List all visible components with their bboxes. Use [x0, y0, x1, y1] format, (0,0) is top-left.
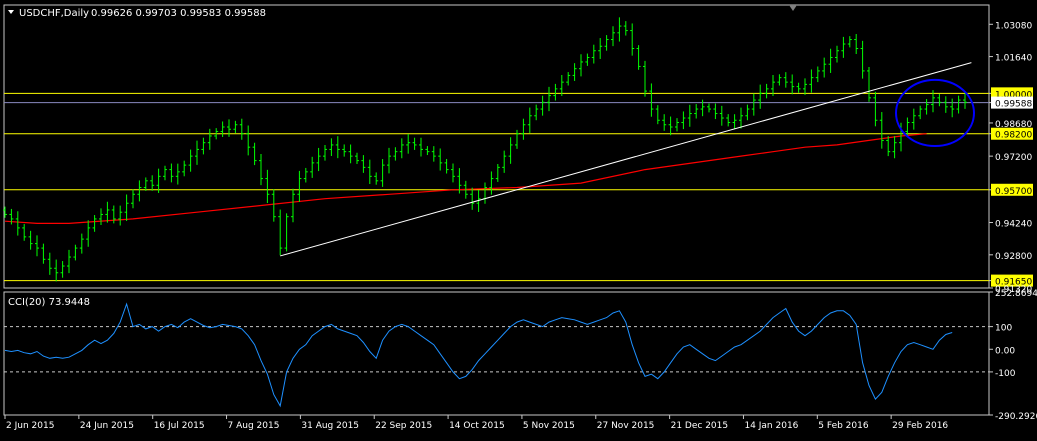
y-tick-label: 1.01640 [995, 54, 1032, 64]
x-tick-label: 24 Jun 2015 [80, 421, 134, 431]
cci-tick-label: 252.8694 [995, 289, 1037, 299]
x-tick-label: 16 Jul 2015 [154, 421, 205, 431]
y-tick-label: 0.94240 [995, 220, 1032, 230]
x-tick-label: 14 Oct 2015 [449, 421, 505, 431]
chart-window: 1.03080 1.01640 1.00000 0.99588 0.98680 0.982… [0, 0, 1037, 437]
y-tick-label: 0.98200 [995, 131, 1032, 141]
chart-canvas: 1.030801.016401.000000.995880.986800.982… [3, 4, 1037, 431]
cci-title: CCI(20) 73.9448 [8, 297, 90, 308]
x-tick-label: 5 Nov 2015 [523, 421, 575, 431]
main-pane-frame [3, 4, 990, 289]
x-tick-label: 2 Jun 2015 [6, 421, 54, 431]
chart-title: USDCHF,Daily [19, 8, 89, 19]
ohlc-label: 0.99626 0.99703 0.99583 0.99588 [91, 8, 266, 19]
y-tick-label: 0.92800 [995, 252, 1032, 262]
cci-line [4, 302, 953, 408]
y-tick-label: 0.97200 [995, 153, 1032, 163]
x-tick-label: 5 Feb 2016 [818, 421, 869, 431]
scroll-marker-icon[interactable] [789, 5, 797, 11]
x-tick-label: 21 Dec 2015 [671, 421, 729, 431]
cci-tick-label: 0.00 [995, 346, 1015, 356]
trendline[interactable] [280, 62, 972, 257]
y-tick-label: 0.99588 [995, 100, 1032, 110]
y-tick-label: 1.03080 [995, 21, 1032, 31]
y-tick-label: 0.95700 [995, 187, 1032, 197]
x-tick-label: 27 Nov 2015 [597, 421, 655, 431]
x-tick-label: 22 Sep 2015 [375, 421, 432, 431]
x-tick-label: 14 Jan 2016 [744, 421, 798, 431]
cci-tick-label: 100 [995, 324, 1012, 334]
x-tick-label: 31 Aug 2015 [301, 421, 359, 431]
dropdown-triangle-icon[interactable] [8, 10, 14, 14]
highlight-ellipse[interactable] [895, 78, 975, 148]
x-tick-label: 29 Feb 2016 [892, 421, 948, 431]
moving-average-line [4, 133, 927, 224]
chart-header: USDCHF,Daily 0.99626 0.99703 0.99583 0.9… [8, 8, 266, 19]
cci-tick-label: -100 [995, 369, 1016, 379]
x-tick-label: 7 Aug 2015 [228, 421, 280, 431]
cci-tick-label: -290.2926 [995, 412, 1037, 422]
